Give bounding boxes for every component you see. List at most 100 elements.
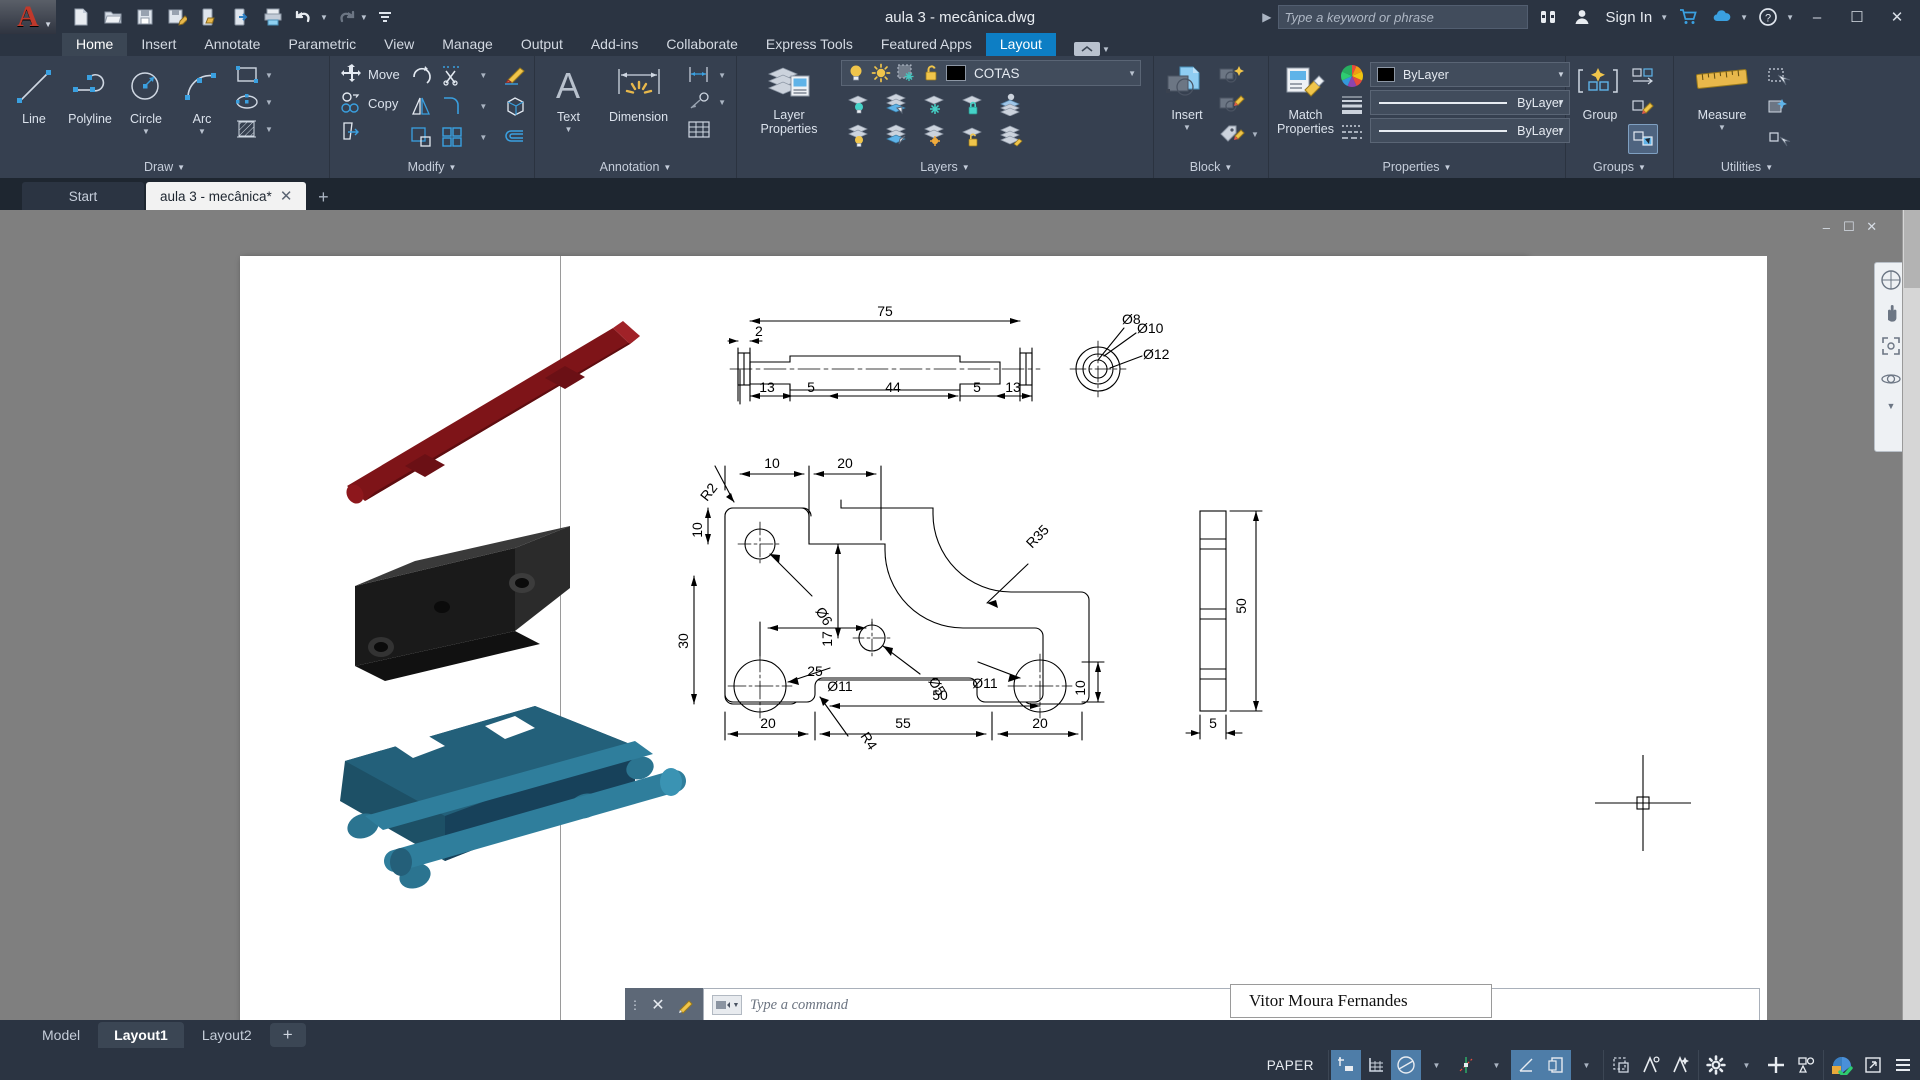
command-options-icon[interactable]: [671, 988, 703, 1022]
cart-icon[interactable]: [1674, 3, 1702, 31]
open-file-icon[interactable]: [98, 2, 128, 32]
close-button[interactable]: ✕: [1880, 0, 1914, 34]
zoom-extents-icon[interactable]: [1880, 335, 1902, 357]
group-selection-toggle-button[interactable]: [1628, 124, 1658, 154]
panel-title-utilities[interactable]: Utilities ▼: [1674, 156, 1820, 178]
leader-button[interactable]: ▼: [681, 89, 730, 115]
command-history-icon[interactable]: ▼: [712, 995, 742, 1015]
application-menu-button[interactable]: A ▼: [0, 0, 56, 34]
select-similar-button[interactable]: [1764, 124, 1794, 154]
chevron-down-icon[interactable]: ▼: [1128, 69, 1136, 78]
fillet-dropdown-icon[interactable]: ▼: [468, 91, 498, 121]
polar-tracking-button[interactable]: [1451, 1050, 1481, 1080]
dimension-button[interactable]: Dimension: [596, 60, 681, 129]
layout-tab-layout2[interactable]: Layout2: [186, 1022, 268, 1048]
plus-icon[interactable]: [1761, 1050, 1791, 1080]
search-expand-icon[interactable]: ▶: [1262, 10, 1271, 24]
panel-title-layers[interactable]: Layers ▼: [737, 156, 1153, 178]
panel-expand-icon[interactable]: ▼: [1765, 163, 1773, 172]
tab-express-tools[interactable]: Express Tools: [752, 33, 867, 56]
osnap-dropdown-icon[interactable]: ▼: [1571, 1050, 1601, 1080]
layer-properties-button[interactable]: Layer Properties: [743, 60, 835, 141]
annotation-visibility-button[interactable]: [1636, 1050, 1666, 1080]
layer-color-swatch[interactable]: [946, 65, 966, 81]
layout-tab-layout1[interactable]: Layout1: [98, 1022, 184, 1048]
group-edit-button[interactable]: [1628, 93, 1658, 123]
measure-button[interactable]: Measure ▼: [1680, 60, 1764, 136]
color-swatch[interactable]: [1377, 67, 1395, 82]
panel-expand-icon[interactable]: ▼: [962, 163, 970, 172]
close-icon[interactable]: ✕: [280, 187, 293, 205]
help-icon[interactable]: ?: [1754, 3, 1782, 31]
plot-icon[interactable]: [258, 2, 288, 32]
redo-dropdown-icon[interactable]: ▼: [360, 13, 368, 22]
layer-unlock-button[interactable]: [955, 121, 991, 151]
hamburger-icon[interactable]: [1888, 1050, 1918, 1080]
panel-expand-icon[interactable]: ▼: [1638, 163, 1646, 172]
layer-freeze-button[interactable]: [917, 89, 953, 119]
undo-dropdown-icon[interactable]: ▼: [320, 13, 328, 22]
text-button[interactable]: A Text ▼: [541, 60, 596, 138]
tab-annotate[interactable]: Annotate: [190, 33, 274, 56]
save-as-icon[interactable]: [162, 2, 192, 32]
redo-icon[interactable]: [330, 2, 360, 32]
line-button[interactable]: Line: [6, 60, 62, 131]
tab-collaborate[interactable]: Collaborate: [652, 33, 752, 56]
array-button[interactable]: [437, 122, 467, 152]
osnap-button[interactable]: [1511, 1050, 1541, 1080]
rectangle-dropdown-icon[interactable]: ▼: [265, 71, 273, 80]
pan-icon[interactable]: [1880, 302, 1902, 324]
mirror-button[interactable]: [406, 91, 436, 121]
define-attributes-button[interactable]: ▼: [1214, 120, 1263, 148]
tab-insert[interactable]: Insert: [127, 33, 190, 56]
drawing-canvas[interactable]: 75 2 13 5 44 5 13 Ø8 Ø10 Ø12 10 20 R2 10…: [0, 210, 1920, 1040]
search-input[interactable]: Type a keyword or phrase: [1278, 5, 1528, 29]
panel-expand-icon[interactable]: ▼: [1224, 163, 1232, 172]
create-block-button[interactable]: [1214, 62, 1263, 90]
layer-lock-button[interactable]: [955, 89, 991, 119]
new-layout-button[interactable]: +: [270, 1023, 306, 1047]
model-paper-toggle[interactable]: PAPER: [1253, 1058, 1328, 1073]
close-icon[interactable]: ✕: [645, 988, 671, 1022]
polyline-button[interactable]: Polyline: [62, 60, 118, 131]
save-icon[interactable]: [130, 2, 160, 32]
scale-dropdown-icon[interactable]: ▼: [1731, 1050, 1761, 1080]
hatch-button[interactable]: ▼: [230, 116, 277, 142]
lineweight-control-dropdown[interactable]: ByLayer ▼: [1370, 90, 1570, 115]
attributes-dropdown-icon[interactable]: ▼: [1251, 130, 1259, 139]
quick-select-button[interactable]: [1764, 62, 1794, 92]
minimize-button[interactable]: –: [1800, 0, 1834, 34]
palette-restore-button[interactable]: ☐: [1841, 218, 1858, 236]
palette-close-button[interactable]: ✕: [1863, 218, 1880, 236]
rotate-button[interactable]: [406, 60, 436, 90]
sign-in-button[interactable]: Sign In: [1602, 9, 1657, 26]
new-file-tab-button[interactable]: +: [308, 184, 338, 210]
ribbon-display-options[interactable]: ▼: [1074, 42, 1110, 56]
tab-add-ins[interactable]: Add-ins: [577, 33, 652, 56]
color-wheel-icon[interactable]: [1340, 64, 1364, 88]
linear-dimension-button[interactable]: ▼: [681, 62, 730, 88]
layer-previous-button[interactable]: [879, 121, 915, 151]
arc-button[interactable]: Arc ▼: [174, 60, 230, 140]
circle-dropdown-icon[interactable]: ▼: [142, 127, 150, 136]
export-icon[interactable]: [194, 2, 224, 32]
file-tab-start[interactable]: Start: [22, 182, 144, 210]
move-button[interactable]: Move: [336, 60, 404, 88]
panel-title-draw[interactable]: Draw ▼: [0, 156, 329, 178]
leader-dropdown-icon[interactable]: ▼: [718, 98, 726, 107]
sun-icon[interactable]: [871, 63, 891, 83]
grid-display-button[interactable]: [1361, 1050, 1391, 1080]
group-button[interactable]: Group: [1572, 60, 1628, 127]
hatch-dropdown-icon[interactable]: ▼: [265, 125, 273, 134]
ortho-dropdown-icon[interactable]: ▼: [1421, 1050, 1451, 1080]
trim-button[interactable]: [437, 60, 467, 90]
tab-layout[interactable]: Layout: [986, 33, 1056, 56]
object-snap-tracking-button[interactable]: [1541, 1050, 1571, 1080]
drawing-viewport[interactable]: 75 2 13 5 44 5 13 Ø8 Ø10 Ø12 10 20 R2 10…: [240, 256, 1527, 1040]
layer-make-current-button[interactable]: [879, 89, 915, 119]
panel-title-block[interactable]: Block ▼: [1154, 156, 1268, 178]
customize-qat-icon[interactable]: [370, 2, 400, 32]
layer-turn-all-on-button[interactable]: [841, 121, 877, 151]
command-line-grip[interactable]: ⋮: [625, 988, 645, 1022]
hardware-acceleration-icon[interactable]: [1826, 1050, 1858, 1080]
